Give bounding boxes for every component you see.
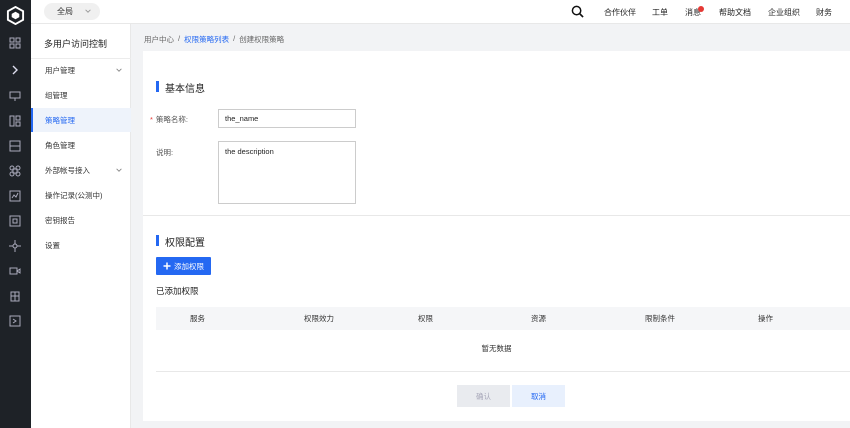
column-header-resource: 资源 <box>531 314 546 323</box>
description-value: the description <box>225 147 274 156</box>
message-badge-dot <box>698 6 704 12</box>
sidebar-item-key-report[interactable]: 密钥报告 <box>31 208 131 232</box>
terminal-icon[interactable] <box>8 314 22 328</box>
table-empty-state: 暂无数据 <box>481 344 512 353</box>
building-icon[interactable] <box>8 289 22 303</box>
sidebar-item-settings[interactable]: 设置 <box>31 233 131 257</box>
dashboard-icon[interactable] <box>8 114 22 128</box>
breadcrumb: 用户中心 / 权限策略列表 / 创建权限策略 <box>144 34 284 45</box>
sidebar-item-label: 角色管理 <box>45 140 75 150</box>
database-icon[interactable] <box>8 214 22 228</box>
basic-info-title: 基本信息 <box>156 80 205 95</box>
breadcrumb-separator: / <box>178 34 181 43</box>
sidebar-item-operation-log[interactable]: 操作记录(公测中) <box>31 183 131 207</box>
table-bottom-border <box>156 371 850 372</box>
sidebar-item-policies[interactable]: 策略管理 <box>31 108 131 132</box>
chevron-down-icon <box>85 9 91 13</box>
chevron-down-icon <box>116 168 122 172</box>
confirm-button[interactable]: 确认 <box>457 385 510 407</box>
nav-organization[interactable]: 企业组织 <box>768 0 800 24</box>
grid-icon[interactable] <box>8 36 22 50</box>
nav-help-docs[interactable]: 帮助文档 <box>719 0 751 24</box>
policy-name-input[interactable]: the_name <box>218 109 356 128</box>
breadcrumb-current: 创建权限策略 <box>239 35 285 44</box>
sidebar-item-external-accounts[interactable]: 外部帐号接入 <box>31 158 131 182</box>
nav-partners[interactable]: 合作伙伴 <box>604 0 636 24</box>
column-header-effect: 权限效力 <box>304 314 334 323</box>
chart-icon[interactable] <box>8 189 22 203</box>
policy-name-value: the_name <box>225 114 259 123</box>
search-icon[interactable] <box>571 5 584 18</box>
add-permission-label: 添加权限 <box>174 261 204 271</box>
top-bar: 全局 合作伙伴 工单 消息 帮助文档 企业组织 财务 <box>31 0 850 24</box>
permissions-table-header: 服务 权限效力 权限 资源 限制条件 操作 <box>156 307 850 330</box>
icon-rail <box>0 0 31 428</box>
scope-label: 全局 <box>57 7 73 16</box>
added-permissions-title: 已添加权限 <box>156 286 199 296</box>
cloud-logo-icon[interactable] <box>6 6 25 25</box>
column-header-permission: 权限 <box>418 314 433 323</box>
permission-config-title: 权限配置 <box>156 234 205 249</box>
sidebar-title: 多用户访问控制 <box>44 39 108 49</box>
chevron-down-icon <box>116 68 122 72</box>
column-header-conditions: 限制条件 <box>645 314 675 323</box>
sidebar-item-label: 设置 <box>45 240 60 250</box>
scope-selector[interactable]: 全局 <box>44 3 100 20</box>
nav-tickets[interactable]: 工单 <box>652 0 668 24</box>
sidebar-item-label: 组管理 <box>45 90 68 100</box>
sidebar-item-users[interactable]: 用户管理 <box>31 58 131 82</box>
description-label: 说明: <box>156 148 174 157</box>
create-policy-card: 基本信息 * 策略名称: the_name 说明: the description… <box>143 51 850 421</box>
breadcrumb-root[interactable]: 用户中心 <box>144 34 174 45</box>
sidebar-item-label: 外部帐号接入 <box>45 165 90 175</box>
network-icon[interactable] <box>8 239 22 253</box>
breadcrumb-separator: / <box>233 34 236 43</box>
breadcrumb-policy-list[interactable]: 权限策略列表 <box>184 34 229 45</box>
nav-finance[interactable]: 财务 <box>816 0 832 24</box>
policy-name-label: * 策略名称: <box>150 114 188 125</box>
storage-icon[interactable] <box>8 139 22 153</box>
expand-chevron-icon[interactable] <box>8 63 22 77</box>
sidebar-item-label: 用户管理 <box>45 65 75 75</box>
plus-icon <box>163 262 171 270</box>
description-textarea[interactable]: the description <box>218 141 356 204</box>
command-icon[interactable] <box>8 164 22 178</box>
sidebar-item-label: 密钥报告 <box>45 215 75 225</box>
cancel-button[interactable]: 取消 <box>512 385 565 407</box>
section-divider <box>143 215 850 216</box>
video-icon[interactable] <box>8 264 22 278</box>
policy-name-label-text: 策略名称: <box>155 115 189 124</box>
column-header-actions: 操作 <box>758 314 773 323</box>
sidebar-item-groups[interactable]: 组管理 <box>31 83 131 107</box>
nav-messages[interactable]: 消息 <box>685 0 701 24</box>
sidebar-item-roles[interactable]: 角色管理 <box>31 133 131 157</box>
column-header-service: 服务 <box>190 314 205 323</box>
required-mark: * <box>150 115 153 124</box>
add-permission-button[interactable]: 添加权限 <box>156 257 211 275</box>
sidebar: 多用户访问控制 用户管理 组管理 策略管理 角色管理 外部帐号接入 操作记录(公… <box>31 24 131 428</box>
sidebar-item-label: 策略管理 <box>45 115 75 125</box>
sidebar-item-label: 操作记录(公测中) <box>45 190 103 200</box>
monitor-icon[interactable] <box>8 89 22 103</box>
